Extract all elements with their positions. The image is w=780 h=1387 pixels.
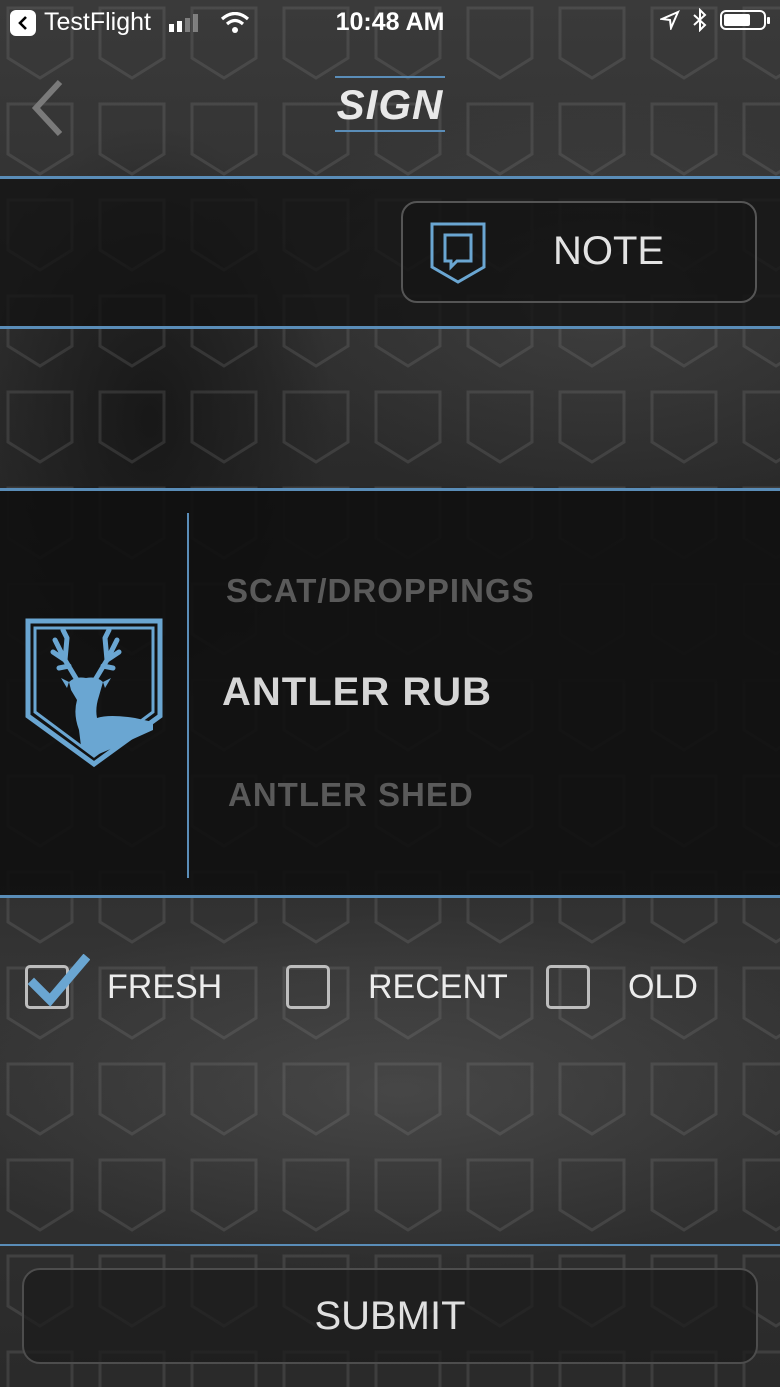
checkbox-box[interactable] — [286, 965, 330, 1009]
status-right — [660, 8, 770, 32]
check-icon — [27, 954, 90, 1007]
divider — [0, 326, 780, 329]
note-button-label: NOTE — [553, 229, 665, 273]
note-button[interactable]: NOTE — [401, 201, 757, 303]
nav-bar: SIGN — [0, 76, 780, 132]
checkbox-label: RECENT — [368, 967, 508, 1006]
note-shield-icon — [430, 222, 486, 284]
checkbox-box[interactable] — [546, 965, 590, 1009]
old-checkbox[interactable]: OLD — [546, 965, 698, 1009]
bluetooth-icon — [693, 8, 707, 32]
checkbox-box[interactable] — [25, 954, 90, 1009]
submit-button-label: SUBMIT — [314, 1293, 466, 1338]
location-arrow-icon — [660, 10, 680, 30]
picker-option-selected[interactable]: ANTLER RUB — [222, 670, 492, 715]
fresh-checkbox[interactable]: FRESH — [25, 954, 223, 1009]
picker-option[interactable]: SCAT/DROPPINGS — [226, 572, 535, 610]
submit-button[interactable]: SUBMIT — [22, 1268, 758, 1364]
deer-shield-icon — [25, 618, 163, 768]
picker-option[interactable]: ANTLER SHED — [228, 776, 474, 814]
page-title: SIGN — [334, 76, 446, 132]
divider — [0, 895, 780, 898]
checkbox-label: OLD — [628, 967, 698, 1006]
divider — [0, 1244, 780, 1246]
recent-checkbox[interactable]: RECENT — [286, 965, 508, 1009]
status-bar: TestFlight 10:48 AM — [0, 0, 780, 44]
freshness-options: FRESH RECENT OLD — [0, 954, 780, 1015]
checkbox-label: FRESH — [107, 967, 223, 1006]
picker-divider — [187, 513, 189, 878]
battery-icon — [720, 10, 770, 30]
